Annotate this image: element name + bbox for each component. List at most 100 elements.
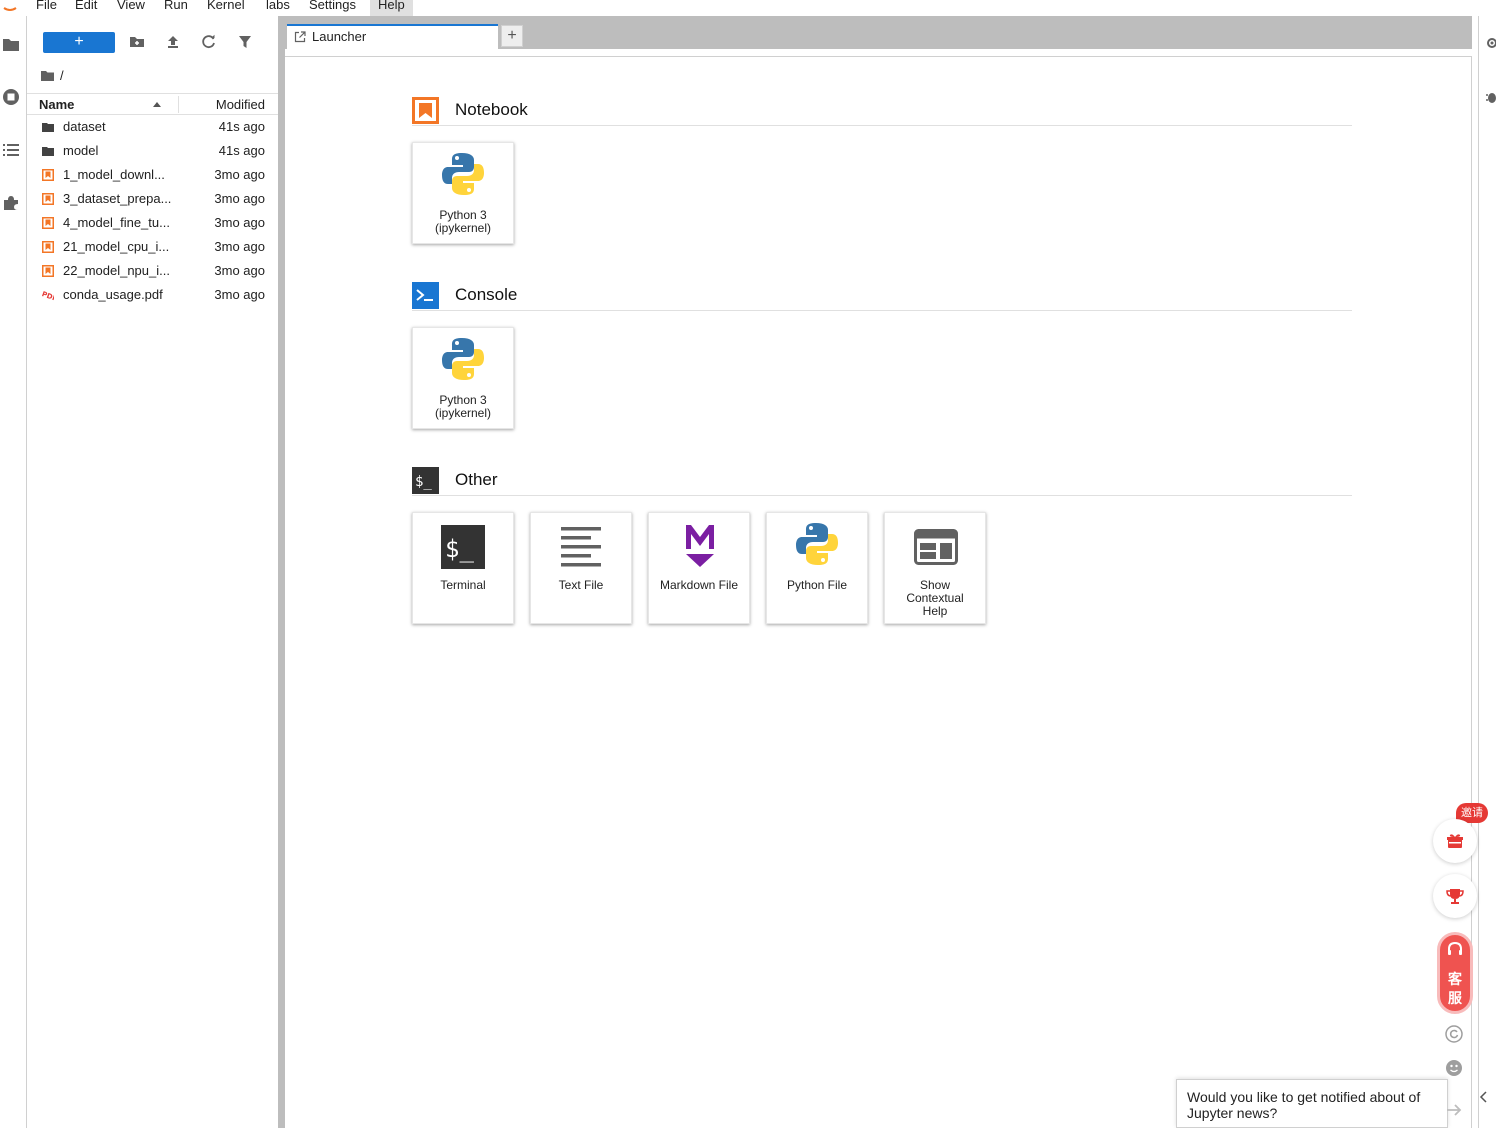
tab-bar: Launcher +: [285, 16, 1472, 49]
notebook-icon: [42, 193, 54, 205]
section-header: $_ Other: [412, 464, 1352, 496]
list-item[interactable]: 1_model_downl... 3mo ago: [27, 163, 278, 187]
contextual-help-icon: [914, 529, 958, 565]
notebook-icon: [42, 217, 54, 229]
chevron-left-icon[interactable]: [1478, 1090, 1488, 1104]
column-divider[interactable]: [178, 96, 179, 113]
card-label: Terminal: [440, 578, 486, 592]
tab-panel-top: [285, 49, 1472, 57]
notification-toast: Would you like to get notified about of …: [1176, 1079, 1448, 1128]
toast-message: Would you like to get notified about of …: [1187, 1089, 1449, 1121]
svg-text:$_: $_: [415, 474, 432, 490]
folder-icon: [42, 147, 54, 156]
pdf-icon: PDF: [42, 290, 54, 301]
folder-icon[interactable]: [41, 70, 54, 81]
card-label-secondary: (ipykernel): [434, 406, 491, 420]
new-folder-icon[interactable]: [128, 33, 146, 51]
launcher-section-other: $_ Other $_ Terminal Text File Markdown …: [412, 464, 1352, 624]
add-tab-button[interactable]: +: [501, 25, 523, 47]
file-modified: 3mo ago: [214, 287, 265, 302]
launcher-card-text-file[interactable]: Text File: [530, 512, 632, 624]
list-item[interactable]: 22_model_npu_i... 3mo ago: [27, 259, 278, 283]
jupyter-logo-icon: [3, 7, 17, 11]
folder-icon: [42, 123, 54, 132]
notebook-icon: [412, 97, 439, 124]
list-item[interactable]: 4_model_fine_tu... 3mo ago: [27, 211, 278, 235]
file-modified: 41s ago: [218, 143, 265, 158]
card-label-secondary: (ipykernel): [434, 221, 491, 235]
file-modified: 3mo ago: [214, 167, 265, 182]
list-item[interactable]: 21_model_cpu_i... 3mo ago: [27, 235, 278, 259]
arrow-right-icon[interactable]: [1444, 1100, 1464, 1120]
menu-help[interactable]: Help: [370, 0, 413, 16]
menu-bar: File Edit View Run Kernel labs Settings …: [0, 0, 1496, 16]
launcher-card-console-python3[interactable]: Python 3 (ipykernel): [412, 327, 514, 429]
list-item[interactable]: model 41s ago: [27, 139, 278, 163]
terminal-icon: $_: [412, 467, 439, 494]
launcher-card-markdown-file[interactable]: Markdown File: [648, 512, 750, 624]
property-inspector-icon[interactable]: [1485, 36, 1496, 50]
file-name: dataset: [63, 119, 106, 134]
column-modified-header[interactable]: Modified: [216, 97, 265, 112]
python-icon: [796, 523, 838, 565]
file-browser-toolbar: +: [27, 16, 278, 64]
right-sidebar: [1478, 16, 1496, 1128]
launcher-card-python-file[interactable]: Python File: [766, 512, 868, 624]
tab-label: Launcher: [312, 29, 367, 44]
service-label-2: 服: [1448, 990, 1462, 1006]
section-title: Console: [455, 285, 518, 304]
list-item[interactable]: dataset 41s ago: [27, 115, 278, 139]
svg-text:PDF: PDF: [42, 290, 54, 301]
launcher-card-terminal[interactable]: $_ Terminal: [412, 512, 514, 624]
menu-kernel[interactable]: Kernel: [201, 0, 251, 16]
customer-service-button[interactable]: 客 服: [1437, 932, 1473, 1014]
file-modified: 3mo ago: [214, 263, 265, 278]
table-of-contents-icon[interactable]: [2, 141, 20, 159]
file-list: dataset 41s ago model 41s ago 1_model_do…: [27, 115, 278, 307]
file-name: 22_model_npu_i...: [63, 263, 170, 278]
launcher-card-notebook-python3[interactable]: Python 3 (ipykernel): [412, 142, 514, 244]
menu-edit[interactable]: Edit: [69, 0, 103, 16]
markdown-icon: [686, 525, 714, 567]
notebook-icon: [42, 265, 54, 277]
file-name: model: [63, 143, 99, 158]
main-dock-area: Launcher + Notebook Python 3 (ipykernel)…: [285, 16, 1472, 1128]
menu-labs[interactable]: labs: [260, 0, 296, 16]
extension-puzzle-icon[interactable]: [2, 194, 20, 212]
svg-text:$_: $_: [445, 535, 474, 563]
launcher-card-contextual-help[interactable]: Show Contextual Help: [884, 512, 986, 624]
refresh-icon[interactable]: [200, 33, 218, 51]
file-modified: 3mo ago: [214, 215, 265, 230]
menu-file[interactable]: File: [30, 0, 63, 16]
section-header: Console: [412, 279, 1352, 311]
python-icon: [442, 338, 484, 380]
folder-icon[interactable]: [2, 36, 20, 54]
launcher-section-console: Console Python 3 (ipykernel): [412, 279, 1352, 429]
column-name-header[interactable]: Name: [39, 97, 74, 112]
file-modified: 3mo ago: [214, 191, 265, 206]
panel-splitter[interactable]: [278, 16, 285, 1128]
breadcrumb-root[interactable]: /: [60, 68, 64, 83]
notebook-icon: [42, 169, 54, 181]
debugger-icon[interactable]: [1485, 90, 1496, 104]
refresh-circle-icon[interactable]: [1445, 1025, 1463, 1043]
smiley-icon[interactable]: [1445, 1059, 1463, 1077]
tab-launcher[interactable]: Launcher: [287, 24, 498, 49]
menu-run[interactable]: Run: [158, 0, 194, 16]
list-item[interactable]: PDF conda_usage.pdf 3mo ago: [27, 283, 278, 307]
gift-button[interactable]: [1433, 819, 1477, 863]
terminal-icon: $_: [441, 525, 485, 569]
file-name: 3_dataset_prepa...: [63, 191, 172, 206]
filter-icon[interactable]: [236, 33, 254, 51]
toast-message-line1: Would you like to get notified about of: [1187, 1089, 1421, 1105]
launcher: Notebook Python 3 (ipykernel) Console Py…: [285, 57, 1472, 1128]
file-name: conda_usage.pdf: [63, 287, 163, 302]
menu-view[interactable]: View: [111, 0, 151, 16]
trophy-button[interactable]: [1433, 874, 1477, 918]
new-launcher-button[interactable]: +: [43, 32, 115, 53]
list-item[interactable]: 3_dataset_prepa... 3mo ago: [27, 187, 278, 211]
service-label-1: 客: [1448, 971, 1462, 987]
running-kernels-icon[interactable]: [2, 88, 20, 106]
menu-settings[interactable]: Settings: [303, 0, 362, 16]
upload-icon[interactable]: [164, 33, 182, 51]
